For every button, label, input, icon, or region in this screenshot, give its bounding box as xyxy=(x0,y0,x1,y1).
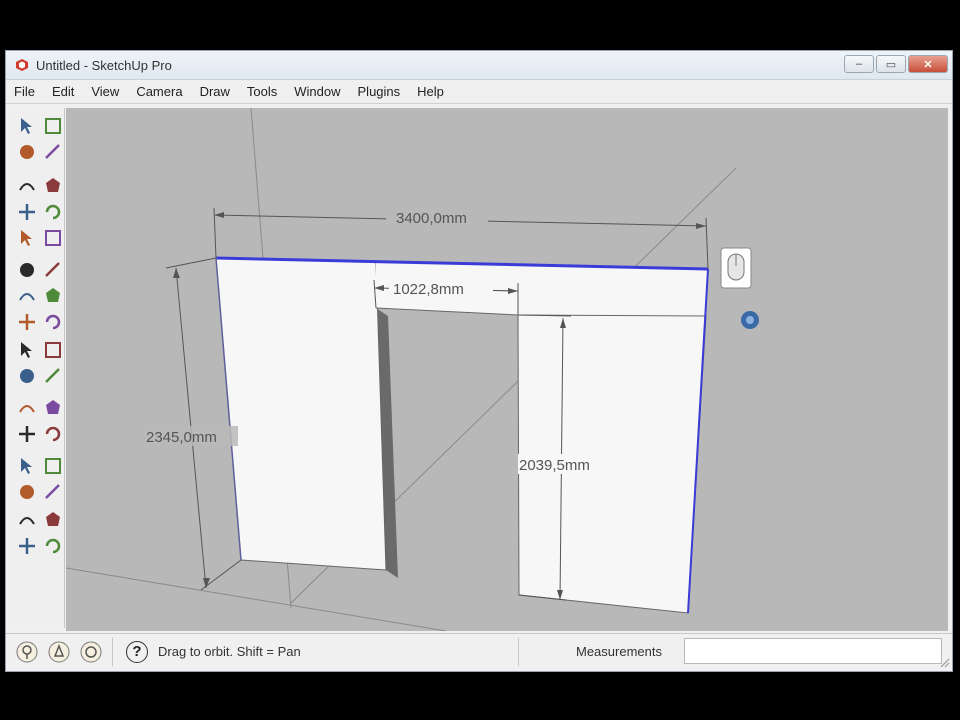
dim-opening-height-text: 2039,5mm xyxy=(519,457,590,474)
menu-edit[interactable]: Edit xyxy=(52,84,74,99)
3d-text-icon[interactable] xyxy=(43,398,63,418)
walk-icon[interactable] xyxy=(17,536,37,556)
model-canvas[interactable]: 3400,0mm 1022,8mm 2345,0mm 2039,5mm xyxy=(65,107,948,632)
circle-icon[interactable] xyxy=(17,202,37,222)
status-bar: ? Drag to orbit. Shift = Pan Measurement… xyxy=(6,633,952,670)
move-icon[interactable] xyxy=(17,260,37,280)
measurements-input[interactable] xyxy=(684,638,942,664)
paint-bucket-icon[interactable] xyxy=(17,142,37,162)
resize-grip-icon[interactable] xyxy=(938,656,950,668)
title-bar: Untitled - SketchUp Pro – ▭ ✕ xyxy=(6,51,952,80)
menu-window[interactable]: Window xyxy=(294,84,340,99)
wall-left-pillar[interactable] xyxy=(215,257,387,571)
window-title: Untitled - SketchUp Pro xyxy=(36,58,172,73)
section-plane-icon[interactable] xyxy=(43,536,63,556)
pan-icon[interactable] xyxy=(43,424,63,444)
component-icon[interactable] xyxy=(43,116,63,136)
credits-icon[interactable] xyxy=(48,641,70,663)
zoom-window-icon[interactable] xyxy=(43,456,63,476)
polygon-icon[interactable] xyxy=(17,228,37,248)
zoom-icon[interactable] xyxy=(17,456,37,476)
orbit-cursor-icon xyxy=(720,247,752,289)
close-button[interactable]: ✕ xyxy=(908,55,948,73)
menu-draw[interactable]: Draw xyxy=(200,84,230,99)
previous-view-icon[interactable] xyxy=(43,482,63,502)
position-camera-icon[interactable] xyxy=(17,510,37,530)
push-pull-icon[interactable] xyxy=(43,260,63,280)
protractor-icon[interactable] xyxy=(17,366,37,386)
dim-width-text: 3400,0mm xyxy=(396,210,467,227)
dimension-icon[interactable] xyxy=(43,340,63,360)
measurements-label: Measurements xyxy=(576,644,662,659)
arc-icon[interactable] xyxy=(43,202,63,222)
status-separator xyxy=(112,638,113,666)
follow-me-icon[interactable] xyxy=(43,286,63,306)
rotate-icon[interactable] xyxy=(17,286,37,306)
dim-height-text: 2345,0mm xyxy=(146,429,217,446)
red-axis-line xyxy=(65,567,447,632)
tape-measure-icon[interactable] xyxy=(17,340,37,360)
geo-location-icon[interactable] xyxy=(16,641,38,663)
menu-help[interactable]: Help xyxy=(417,84,444,99)
menu-tools[interactable]: Tools xyxy=(247,84,277,99)
large-tool-set xyxy=(9,108,65,628)
minimize-button[interactable]: – xyxy=(844,55,874,73)
orbit-glyph-icon xyxy=(741,311,759,329)
orbit-icon[interactable] xyxy=(17,424,37,444)
rectangle-icon[interactable] xyxy=(17,176,37,196)
offset-icon[interactable] xyxy=(43,312,63,332)
zoom-extents-icon[interactable] xyxy=(17,482,37,502)
drawing-viewport[interactable]: 3400,0mm 1022,8mm 2345,0mm 2039,5mm xyxy=(65,107,948,632)
freehand-icon[interactable] xyxy=(43,228,63,248)
menu-camera[interactable]: Camera xyxy=(136,84,182,99)
select-icon[interactable] xyxy=(17,116,37,136)
sketchup-window: Untitled - SketchUp Pro – ▭ ✕ File Edit … xyxy=(5,50,953,672)
maximize-button[interactable]: ▭ xyxy=(876,55,906,73)
scale-icon[interactable] xyxy=(17,312,37,332)
menu-file[interactable]: File xyxy=(14,84,35,99)
eraser-icon[interactable] xyxy=(43,142,63,162)
status-separator xyxy=(518,638,519,666)
menu-bar: File Edit View Camera Draw Tools Window … xyxy=(6,80,952,104)
text-icon[interactable] xyxy=(43,366,63,386)
line-icon[interactable] xyxy=(43,176,63,196)
help-icon[interactable]: ? xyxy=(126,641,148,663)
sketchup-logo-icon xyxy=(16,59,28,71)
look-around-icon[interactable] xyxy=(43,510,63,530)
dim-opening-width-text: 1022,8mm xyxy=(393,281,464,298)
user-icon[interactable] xyxy=(80,641,102,663)
menu-view[interactable]: View xyxy=(91,84,119,99)
axes-icon[interactable] xyxy=(17,398,37,418)
menu-plugins[interactable]: Plugins xyxy=(358,84,401,99)
status-hint: Drag to orbit. Shift = Pan xyxy=(158,644,301,659)
